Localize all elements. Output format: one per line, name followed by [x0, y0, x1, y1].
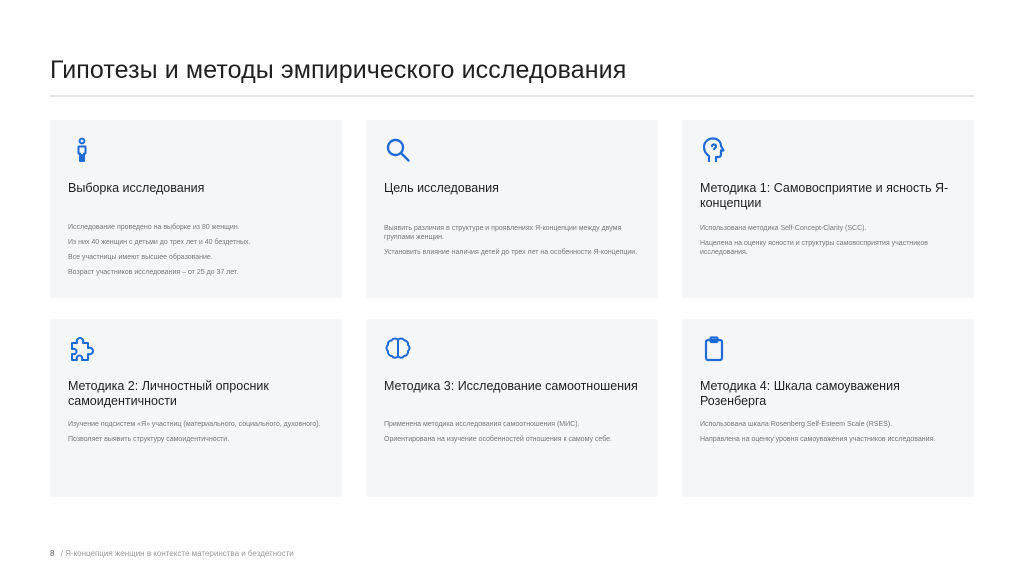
clipboard-icon [700, 335, 728, 363]
card-paragraph: Выявить различия в структуре и проявлени… [384, 225, 622, 241]
card-heading: Цель исследования [384, 181, 499, 195]
card-paragraph: Исследование проведено на выборке из 80 … [68, 224, 240, 231]
puzzle-icon [68, 335, 96, 363]
person-icon [68, 136, 96, 164]
card-heading: Методика 2: Личностный опросник самоиден… [68, 379, 269, 408]
card-paragraph: Использована методика Self-Concept-Clari… [700, 225, 867, 232]
card-body: Применена методика исследования самоотно… [384, 421, 642, 451]
card-body: Использована шкала Rosenberg Self-Esteem… [700, 421, 958, 451]
card-paragraph: Все участницы имеют высшее образование. [68, 254, 213, 261]
page-number: 8 [50, 549, 55, 558]
card-paragraph: Изучение подсистем «Я» участниц (материа… [68, 421, 321, 428]
head-profile-icon [700, 136, 728, 164]
card-method-1: Методика 1: Самовосприятие и ясность Я-к… [682, 120, 974, 298]
card-method-3: Методика 3: Исследование самоотношения П… [366, 319, 658, 497]
card-paragraph: Направлена на оценку уровня самоуважения… [700, 436, 936, 443]
slide-footer: 8 / Я-концепция женщин в контексте матер… [50, 549, 294, 558]
card-heading: Выборка исследования [68, 181, 205, 195]
card-method-4: Методика 4: Шкала самоуважения Розенберг… [682, 319, 974, 497]
cards-grid: Выборка исследования Исследование провед… [50, 120, 974, 498]
card-heading: Методика 1: Самовосприятие и ясность Я-к… [700, 181, 949, 210]
card-paragraph: Нацелена на оценку ясности и структуры с… [700, 240, 928, 256]
search-icon [384, 136, 412, 164]
card-paragraph: Ориентирована на изучение особенностей о… [384, 436, 612, 443]
slide-title: Гипотезы и методы эмпирического исследов… [50, 56, 627, 84]
card-body: Использована методика Self-Concept-Clari… [700, 225, 958, 264]
card-paragraph: Применена методика исследования самоотно… [384, 421, 580, 428]
card-paragraph: Из них 40 женщин с детьми до трех лет и … [68, 239, 251, 246]
card-heading: Методика 4: Шкала самоуважения Розенберг… [700, 379, 900, 408]
card-goal: Цель исследования Выявить различия в стр… [366, 120, 658, 298]
footer-text: / Я-концепция женщин в контексте материн… [60, 549, 294, 558]
card-sample: Выборка исследования Исследование провед… [50, 120, 342, 298]
title-divider [50, 95, 974, 97]
card-body: Выявить различия в структуре и проявлени… [384, 225, 642, 264]
card-paragraph: Установить влияние наличия детей до трех… [384, 248, 638, 256]
card-paragraph: Позволяет выявить структуру самоидентичн… [68, 436, 230, 443]
card-body: Исследование проведено на выборке из 80 … [68, 224, 326, 284]
brain-icon [384, 335, 412, 363]
card-paragraph: Возраст участников исследования – от 25 … [68, 269, 239, 276]
card-paragraph: Использована шкала Rosenberg Self-Esteem… [700, 421, 893, 428]
card-body: Изучение подсистем «Я» участниц (материа… [68, 421, 326, 451]
card-method-2: Методика 2: Личностный опросник самоиден… [50, 319, 342, 497]
card-heading: Методика 3: Исследование самоотношения [384, 379, 638, 393]
